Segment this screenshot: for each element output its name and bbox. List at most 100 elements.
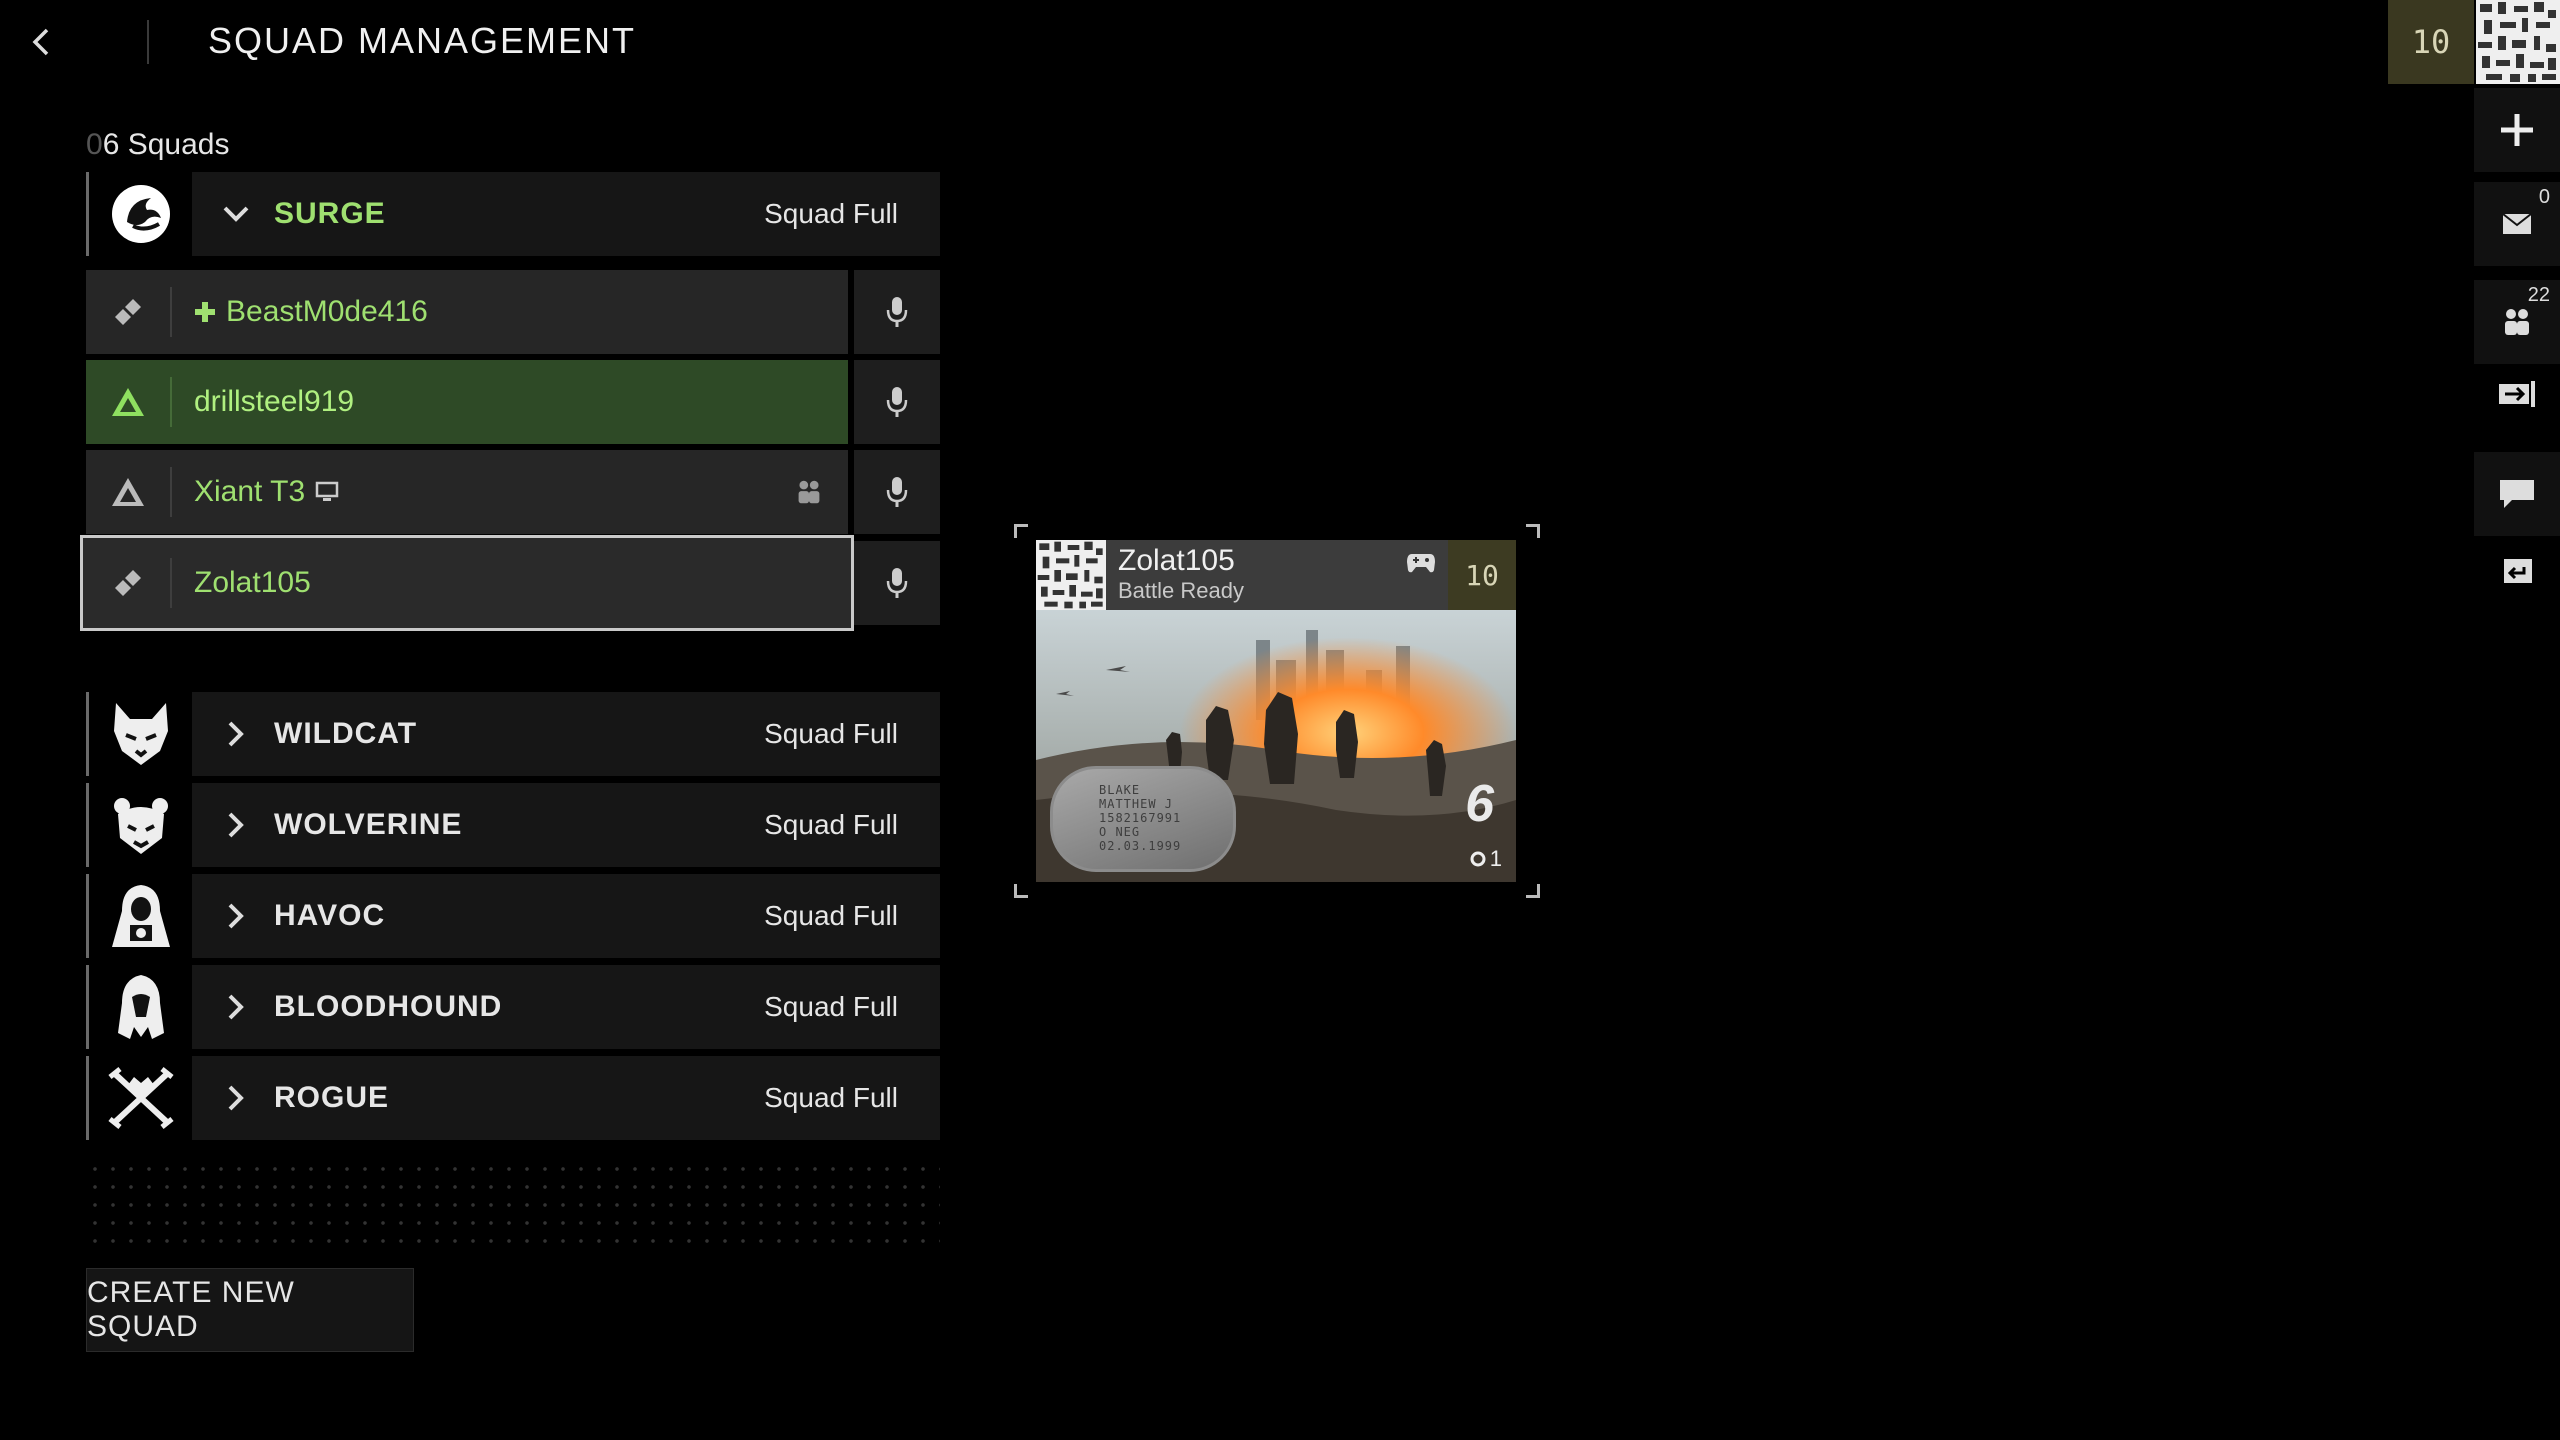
wolverine-emblem-icon: [113, 798, 168, 854]
squad-name: SURGE: [274, 197, 386, 230]
chat-icon: [2500, 480, 2534, 508]
mic-button[interactable]: [854, 360, 940, 444]
back-button[interactable]: [20, 20, 62, 64]
squad-row-bloodhound[interactable]: BLOODHOUND Squad Full: [192, 965, 940, 1049]
squad-leader-icon: [195, 302, 215, 322]
row-divider: [170, 287, 172, 337]
mic-icon: [886, 297, 908, 327]
rogue-emblem-icon: [107, 1067, 174, 1129]
support-class-icon: [86, 541, 170, 625]
qr-emblem-icon: [1036, 540, 1106, 610]
member-row-xiant-t3[interactable]: Xiant T3: [86, 450, 848, 534]
dotted-pattern: [86, 1160, 940, 1244]
mail-button[interactable]: 0: [2474, 182, 2560, 266]
friends-button[interactable]: 22: [2474, 280, 2560, 364]
squad-name: ROGUE: [274, 1081, 390, 1114]
member-name: BeastM0de416: [226, 295, 428, 328]
dogtag-line: O NEG: [1099, 825, 1141, 839]
prestige-value: 1: [1489, 846, 1502, 871]
player-level: 10: [2411, 23, 2451, 61]
havoc-emblem: [86, 874, 192, 958]
rank-number: 6: [1465, 775, 1494, 833]
mic-icon: [886, 568, 908, 598]
header-divider: [147, 20, 149, 64]
squad-row-wildcat[interactable]: WILDCAT Squad Full: [192, 692, 940, 776]
exit-icon: [2499, 381, 2535, 407]
chevron-left-icon: [32, 28, 49, 56]
chat-button[interactable]: [2474, 452, 2560, 536]
chevron-right-icon: [206, 993, 266, 1021]
row-divider: [170, 377, 172, 427]
squad-row-surge[interactable]: SURGE Squad Full: [192, 172, 940, 256]
card-frame-corner: [1014, 524, 1028, 538]
mail-count: 0: [2538, 186, 2550, 208]
dogtag-line: BLAKE: [1099, 783, 1141, 797]
add-friend-button[interactable]: [2474, 88, 2560, 172]
bloodhound-emblem: [86, 965, 192, 1049]
chevron-right-icon: [206, 1084, 266, 1112]
squad-status: Squad Full: [764, 900, 898, 931]
dogtag-line: 02.03.1999: [1099, 839, 1182, 853]
mic-button[interactable]: [854, 541, 940, 625]
member-row-beastm0de416[interactable]: BeastM0de416: [86, 270, 848, 354]
squad-name: WOLVERINE: [274, 808, 463, 841]
chevron-right-icon: [206, 720, 266, 748]
friend-icon: [796, 478, 822, 506]
assault-class-icon: [86, 450, 170, 534]
squad-row-wolverine[interactable]: WOLVERINE Squad Full: [192, 783, 940, 867]
player-level-badge[interactable]: 10: [2388, 0, 2474, 84]
chevron-down-icon: [206, 205, 266, 223]
mic-button[interactable]: [854, 450, 940, 534]
squad-row-havoc[interactable]: HAVOC Squad Full: [192, 874, 940, 958]
dogtag: BLAKE MATTHEW J 1582167991 O NEG 02.03.1…: [1050, 766, 1236, 872]
row-divider: [170, 558, 172, 608]
create-new-squad-button[interactable]: CREATE NEW SQUAD: [86, 1268, 414, 1352]
squad-status: Squad Full: [764, 198, 898, 229]
controller-icon: [1406, 552, 1436, 574]
card-frame-corner: [1526, 884, 1540, 898]
member-name: Zolat105: [194, 566, 311, 599]
squad-count: 06 Squads: [86, 128, 230, 161]
card-frame-corner: [1526, 524, 1540, 538]
card-frame-corner: [1014, 884, 1028, 898]
row-divider: [170, 467, 172, 517]
player-emblem[interactable]: [2476, 0, 2560, 84]
member-name: drillsteel919: [194, 385, 355, 418]
card-emblem: [1036, 540, 1106, 610]
chevron-right-icon: [206, 811, 266, 839]
squad-status: Squad Full: [764, 718, 898, 749]
surge-emblem-icon: [111, 185, 170, 243]
page-title: SQUAD MANAGEMENT: [208, 20, 637, 61]
squad-name: WILDCAT: [274, 717, 418, 750]
support-class-icon: [86, 270, 170, 354]
prestige-indicator: 1: [1470, 846, 1502, 872]
squad-status: Squad Full: [764, 809, 898, 840]
wildcat-emblem-icon: [113, 703, 168, 765]
plus-icon: [2501, 114, 2533, 146]
member-row-zolat105[interactable]: Zolat105: [80, 535, 854, 631]
prestige-icon: [1470, 851, 1486, 867]
friends-icon: [2505, 309, 2529, 335]
mic-button[interactable]: [854, 270, 940, 354]
mic-icon: [886, 477, 908, 507]
mic-icon: [886, 387, 908, 417]
reply-button[interactable]: [2474, 542, 2560, 602]
bloodhound-emblem-icon: [117, 975, 164, 1039]
squad-row-rogue[interactable]: ROGUE Squad Full: [192, 1056, 940, 1140]
pc-platform-icon: [315, 481, 339, 501]
wolverine-emblem: [86, 783, 192, 867]
card-player-name: Zolat105: [1118, 544, 1235, 577]
member-name: Xiant T3: [194, 475, 306, 508]
player-card-header: [1036, 540, 1516, 610]
reply-icon: [2504, 559, 2532, 583]
mail-icon: [2502, 213, 2532, 234]
card-level-badge: 10: [1448, 540, 1516, 610]
squad-status: Squad Full: [764, 991, 898, 1022]
assault-class-icon: [86, 360, 170, 444]
friends-count: 22: [2527, 284, 2550, 306]
havoc-emblem-icon: [111, 885, 170, 947]
wildcat-emblem: [86, 692, 192, 776]
leave-button[interactable]: [2474, 364, 2560, 424]
member-row-drillsteel919[interactable]: drillsteel919: [86, 360, 848, 444]
player-card[interactable]: Zolat105 Battle Ready 10 BLAKE MATTHEW J…: [1036, 540, 1516, 882]
